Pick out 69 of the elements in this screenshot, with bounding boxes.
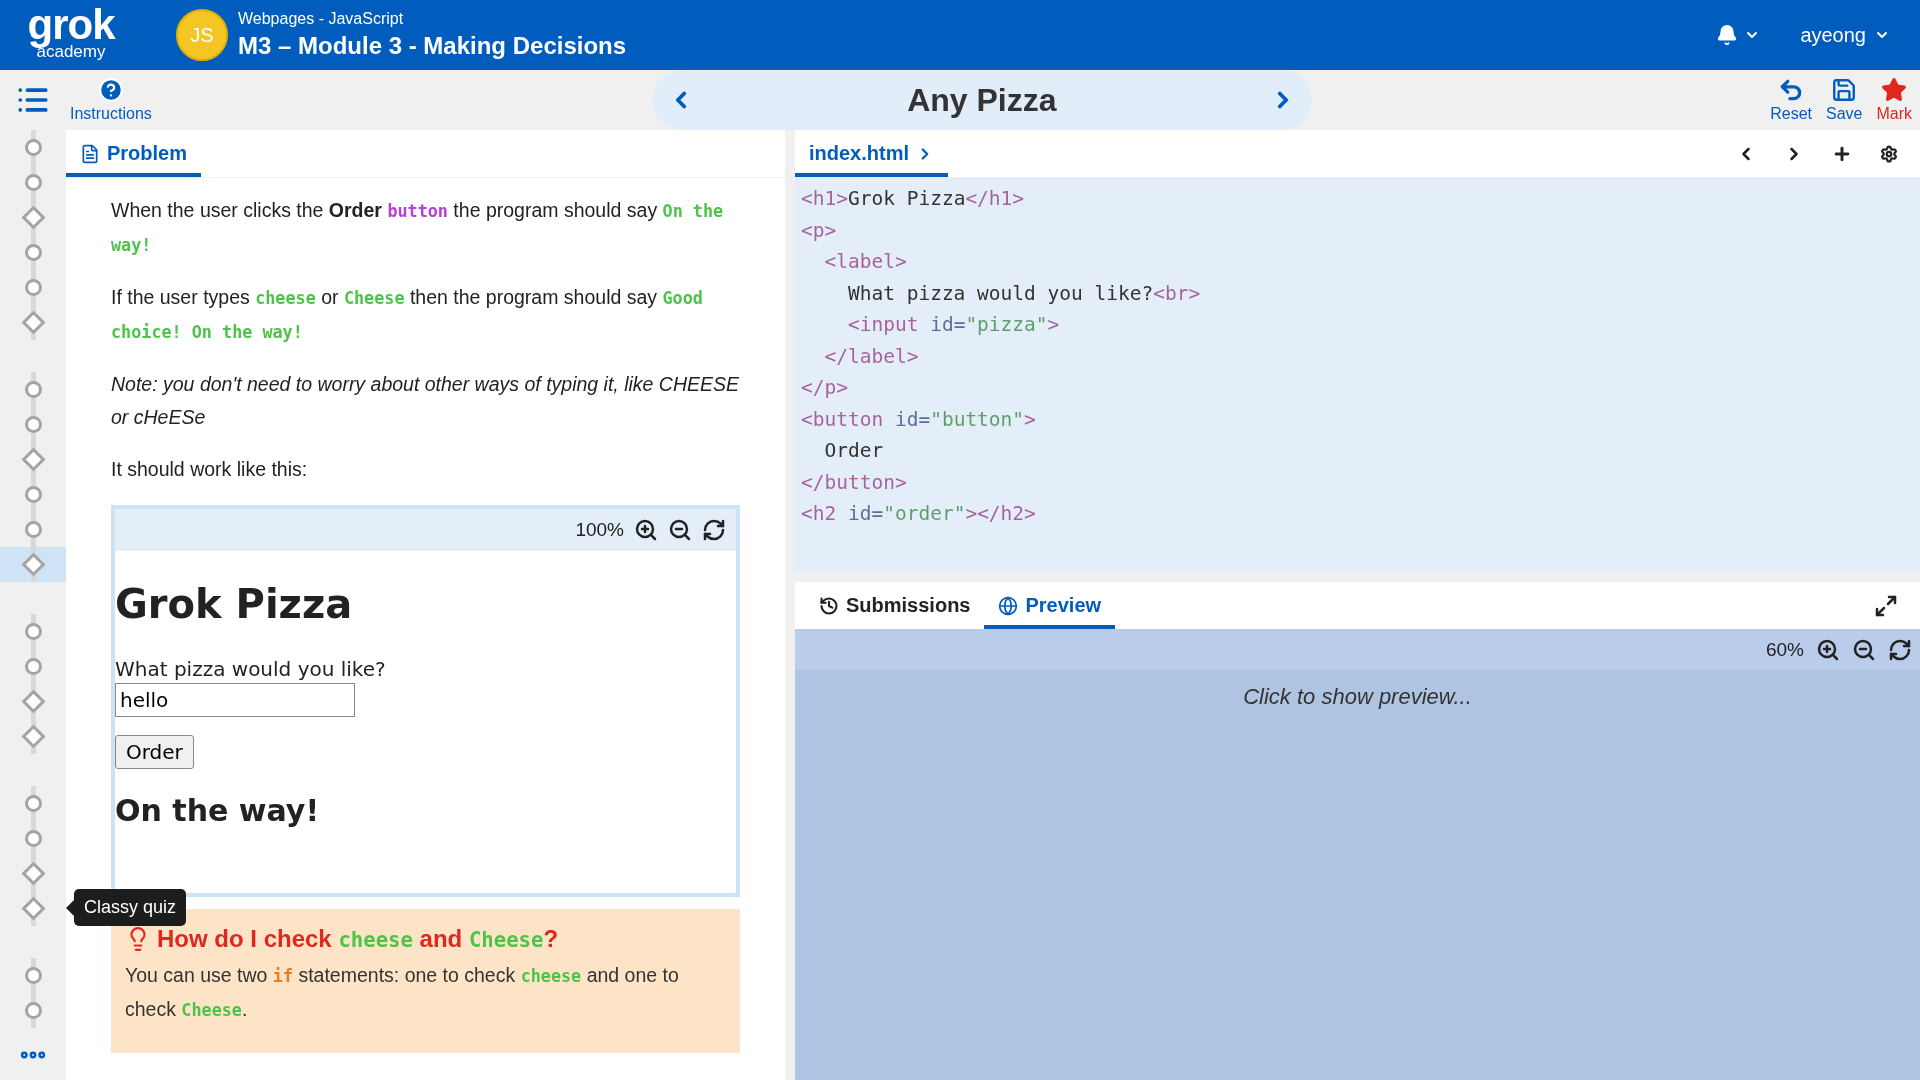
circle-icon [24, 521, 42, 538]
zoom-level: 60% [1765, 638, 1804, 661]
circle-icon [24, 486, 42, 503]
code-line: <input id="pizza"> [846, 312, 1061, 338]
document-icon [80, 143, 100, 164]
zoom-in-button[interactable] [1816, 637, 1840, 662]
progress-step[interactable] [0, 547, 66, 582]
circle-icon [24, 416, 42, 433]
save-icon [1831, 77, 1858, 103]
code-line: What pizza would you like?<br> [846, 280, 1202, 307]
circle-icon [24, 174, 42, 191]
settings-icon[interactable] [1880, 144, 1898, 163]
help-icon [97, 77, 124, 103]
circle-icon [24, 795, 42, 812]
circle-icon [24, 967, 42, 984]
code-line: Order [823, 438, 885, 464]
circle-icon [24, 1002, 42, 1019]
mark-button[interactable]: Mark [1874, 77, 1914, 123]
order-button[interactable]: Order [115, 735, 194, 769]
code-line: </label> [823, 343, 920, 370]
code-editor[interactable]: <h1>Grok Pizza</h1> <p> <label> What pizza would you like?<br> <input id="pizza"> </label> </p> <button id="button"> Order </button> <h2 id="order"></h2> [795, 177, 1920, 572]
user-menu[interactable]: ayeong [1800, 23, 1890, 47]
code-line: <label> [823, 249, 908, 275]
circle-icon [24, 830, 42, 847]
instruction-text: If the user types cheese or Cheese then the program should say Good choice! On the way! [111, 285, 704, 344]
code-line: <p> [801, 217, 838, 244]
page-heading: Grok Pizza [115, 581, 354, 627]
circle-icon [24, 623, 42, 640]
code-line: </p> [801, 375, 849, 401]
circle-icon [24, 658, 42, 675]
module-title: M3 – Module 3 - Making Decisions [238, 32, 627, 60]
note-text: Note: you don't need to worry about other ways of typing it, like CHEESE or cHeESe [111, 372, 740, 430]
field-label: What pizza would you like? [115, 657, 387, 681]
save-button[interactable]: Save [1823, 77, 1865, 123]
circle-icon [24, 279, 42, 296]
instructions-button[interactable]: Instructions [70, 77, 152, 123]
zoom-out-button[interactable] [668, 518, 692, 542]
circle-icon [24, 381, 42, 398]
history-icon [819, 595, 839, 616]
submissions-tab[interactable]: Submissions [805, 594, 985, 629]
zoom-out-button[interactable] [1852, 637, 1876, 662]
tooltip: Classy quiz [66, 889, 187, 926]
refresh-button[interactable] [1888, 637, 1912, 662]
code-line: <h2 id="order"></h2> [801, 501, 1037, 527]
circle-icon [24, 244, 42, 261]
problem-title: Any Pizza [907, 81, 1057, 119]
expand-icon[interactable] [1874, 593, 1898, 618]
result-heading: On the way! [115, 793, 321, 828]
code-line: <h1>Grok Pizza</h1> [801, 186, 1026, 212]
preview-message[interactable]: Click to show preview... [1243, 684, 1472, 712]
logo[interactable]: grok academy [16, 10, 126, 60]
course-badge: JS [176, 9, 228, 61]
refresh-button[interactable] [702, 518, 726, 542]
problem-tab[interactable]: Problem [66, 142, 202, 177]
reset-button[interactable]: Reset [1768, 77, 1814, 123]
instruction-text: It should work like this: [111, 457, 309, 482]
star-icon [1881, 77, 1908, 103]
circle-icon [24, 139, 42, 156]
course-name: Webpages - JavaScript [238, 10, 405, 28]
zoom-in-button[interactable] [634, 518, 658, 542]
code-line: <button id="button"> [801, 406, 1037, 433]
code-line: </button> [801, 469, 908, 496]
instruction-text: When the user clicks the Order button the program should say On the way! [111, 198, 725, 257]
pizza-input-field[interactable]: hello [115, 683, 355, 717]
globe-icon [998, 595, 1019, 616]
bell-icon [1716, 24, 1739, 46]
hint-title: How do I check cheese and Cheese? [157, 925, 559, 953]
hint-text: You can use two if statements: one to check cheese and one to check Cheese. [125, 963, 680, 1022]
zoom-level: 100% [575, 519, 624, 541]
